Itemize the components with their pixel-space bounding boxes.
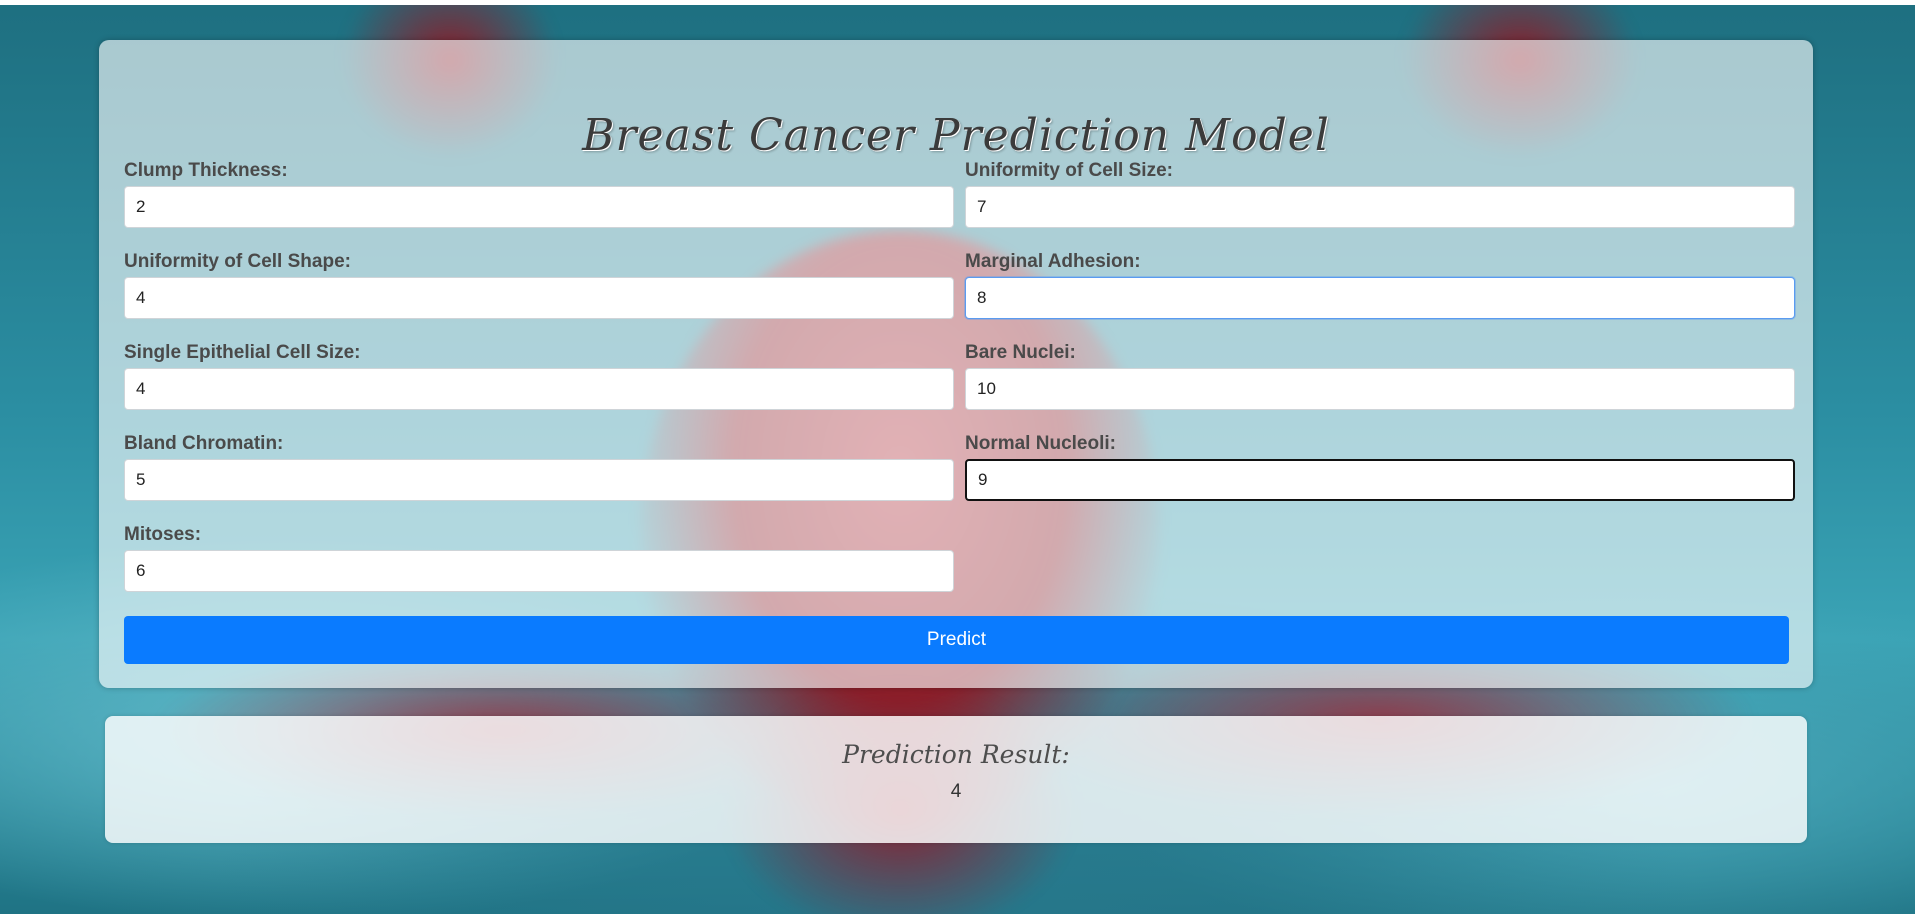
field-single-epithelial-cell-size: Single Epithelial Cell Size: [124, 342, 954, 410]
uniformity-cell-shape-input[interactable] [124, 277, 954, 319]
clump-thickness-input[interactable] [124, 186, 954, 228]
field-bare-nuclei: Bare Nuclei: [965, 342, 1795, 410]
clump-thickness-label: Clump Thickness: [124, 160, 288, 181]
uniformity-cell-shape-label: Uniformity of Cell Shape: [124, 251, 351, 272]
top-strip [0, 0, 1915, 5]
bare-nuclei-input[interactable] [965, 368, 1795, 410]
marginal-adhesion-label: Marginal Adhesion: [965, 251, 1141, 272]
field-mitoses: Mitoses: [124, 524, 954, 592]
field-clump-thickness: Clump Thickness: [124, 160, 954, 228]
mitoses-label: Mitoses: [124, 524, 202, 545]
bland-chromatin-label: Bland Chromatin: [124, 433, 284, 454]
field-marginal-adhesion: Marginal Adhesion: [965, 251, 1795, 319]
page-title: Breast Cancer Prediction Model [582, 110, 1330, 161]
field-bland-chromatin: Bland Chromatin: [124, 433, 954, 501]
prediction-result-title: Prediction Result: [842, 740, 1070, 769]
normal-nucleoli-input[interactable] [965, 459, 1795, 501]
mitoses-input[interactable] [124, 550, 954, 592]
bare-nuclei-label: Bare Nuclei: [965, 342, 1076, 363]
bland-chromatin-input[interactable] [124, 459, 954, 501]
predict-button[interactable]: Predict [124, 616, 1789, 664]
prediction-result-value: 4 [950, 781, 962, 802]
normal-nucleoli-label: Normal Nucleoli: [965, 433, 1116, 454]
field-uniformity-cell-shape: Uniformity of Cell Shape: [124, 251, 954, 319]
uniformity-cell-size-label: Uniformity of Cell Size: [965, 160, 1173, 181]
uniformity-cell-size-input[interactable] [965, 186, 1795, 228]
field-uniformity-cell-size: Uniformity of Cell Size: [965, 160, 1795, 228]
prediction-result-panel: Prediction Result: 4 [105, 716, 1807, 843]
single-epithelial-cell-size-input[interactable] [124, 368, 954, 410]
field-normal-nucleoli: Normal Nucleoli: [965, 433, 1795, 501]
single-epithelial-cell-size-label: Single Epithelial Cell Size: [124, 342, 361, 363]
marginal-adhesion-input[interactable] [965, 277, 1795, 319]
